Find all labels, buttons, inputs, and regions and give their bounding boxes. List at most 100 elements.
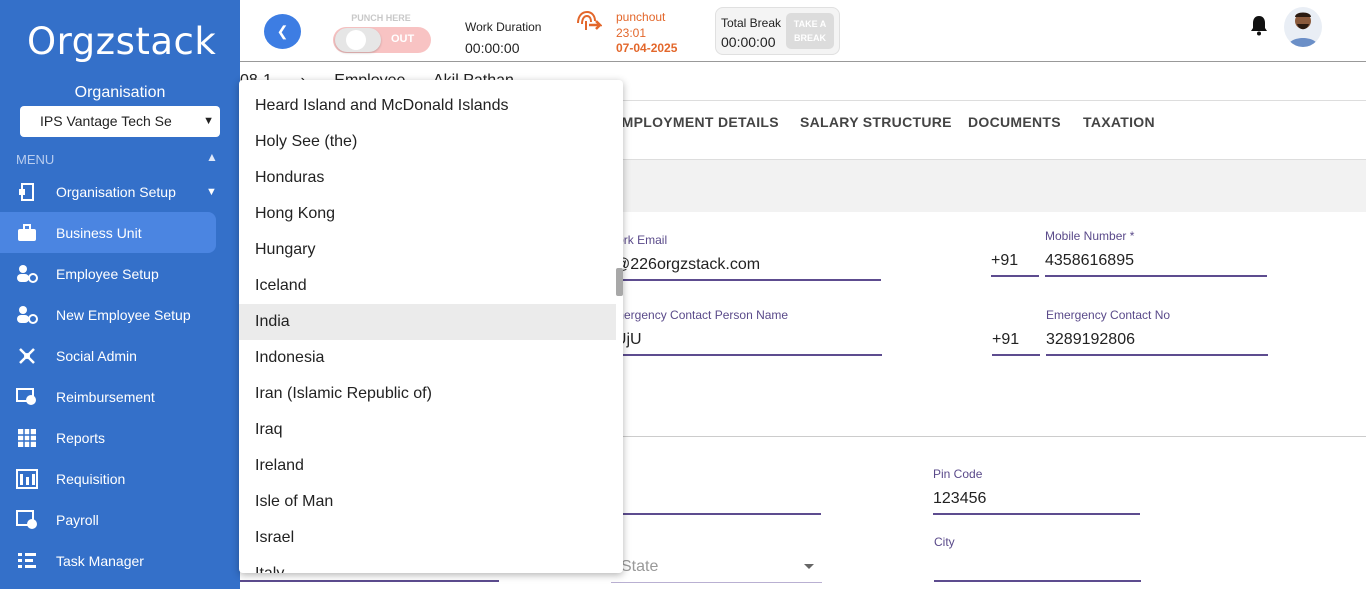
take-a-break-button[interactable]: TAKE A BREAK <box>786 13 834 49</box>
dropdown-option[interactable]: Isle of Man <box>239 484 616 520</box>
bell-icon[interactable] <box>1250 14 1268 41</box>
total-break-value: 00:00:00 <box>721 34 776 50</box>
payroll-icon <box>16 509 38 531</box>
fingerprint-icon <box>574 10 604 36</box>
work-email-field[interactable]: x@226orgzstack.com <box>606 256 760 274</box>
dropdown-option[interactable]: Iceland <box>239 268 616 304</box>
sidebar-item-requisition[interactable]: Requisition <box>0 458 216 499</box>
requisition-icon <box>16 468 38 490</box>
tasks-icon <box>16 550 38 572</box>
sidebar-item-business-unit[interactable]: Business Unit <box>0 212 216 253</box>
dropdown-option-highlighted[interactable]: India <box>239 304 616 340</box>
social-icon <box>16 345 38 367</box>
pin-code-underline <box>933 513 1140 515</box>
dropdown-option[interactable]: Ireland <box>239 448 616 484</box>
punchout-date: 07-04-2025 <box>616 41 678 55</box>
sidebar-item-task-manager[interactable]: Task Manager <box>0 540 216 581</box>
work-duration-value: 00:00:00 <box>465 40 520 56</box>
briefcase-icon <box>16 222 38 244</box>
app-logo[interactable]: Orgzstack <box>27 20 216 63</box>
work-email-underline <box>606 279 881 281</box>
dropdown-option[interactable]: Iraq <box>239 412 616 448</box>
emergency-code-underline <box>992 354 1040 356</box>
emergency-country-code[interactable]: +91 <box>992 331 1019 349</box>
organisation-select-value: IPS Vantage Tech Se <box>40 113 172 129</box>
reimbursement-icon <box>16 386 38 408</box>
back-button[interactable]: ❮ <box>264 14 301 49</box>
total-break-label: Total Break <box>721 16 782 30</box>
sidebar-item-label: Reimbursement <box>56 388 155 405</box>
dropdown-option[interactable]: Iran (Islamic Republic of) <box>239 376 616 412</box>
top-bar: ❮ PUNCH HERE OUT Work Duration 00:00:00 … <box>240 0 1366 62</box>
country-dropdown[interactable]: Heard Island and McDonald Islands Holy S… <box>239 80 623 573</box>
organisation-select[interactable]: IPS Vantage Tech Se ▼ <box>20 106 220 137</box>
mobile-country-code[interactable]: +91 <box>991 252 1018 270</box>
mobile-number-label: Mobile Number * <box>1045 229 1135 243</box>
dropdown-option[interactable]: Heard Island and McDonald Islands <box>239 88 616 124</box>
dropdown-option[interactable]: Hungary <box>239 232 616 268</box>
state-select[interactable]: State <box>621 558 658 576</box>
punchout-time: 23:01 <box>616 26 647 40</box>
dropdown-option[interactable]: Indonesia <box>239 340 616 376</box>
emergency-name-underline <box>606 354 882 356</box>
chevron-down-icon: ▼ <box>203 115 214 127</box>
users-gear-icon <box>16 304 38 326</box>
sidebar-item-label: Requisition <box>56 470 126 487</box>
punch-state: OUT <box>391 33 415 45</box>
pin-code-field[interactable]: 123456 <box>933 490 986 508</box>
sidebar-item-organisation-setup[interactable]: Organisation Setup ▼ <box>0 171 217 212</box>
state-underline <box>611 582 822 583</box>
chevron-down-icon: ▼ <box>206 185 217 198</box>
country-field-underline[interactable] <box>240 580 499 582</box>
sidebar-item-reimbursement[interactable]: Reimbursement <box>0 376 216 417</box>
tab-documents[interactable]: DOCUMENTS <box>968 114 1061 130</box>
pin-code-label: Pin Code <box>933 467 983 481</box>
chevron-left-icon: ❮ <box>276 23 289 39</box>
caret-down-icon[interactable] <box>804 564 814 569</box>
city-underline <box>934 580 1141 582</box>
sidebar: Orgzstack Organisation IPS Vantage Tech … <box>0 0 240 589</box>
sidebar-item-label: Task Manager <box>56 552 144 569</box>
sidebar-item-label: Reports <box>56 429 106 446</box>
punch-toggle[interactable]: OUT <box>333 27 431 53</box>
tab-salary-structure[interactable]: SALARY STRUCTURE <box>800 114 952 130</box>
mobile-number-field[interactable]: 4358616895 <box>1045 252 1134 270</box>
sidebar-item-label: Social Admin <box>56 347 137 364</box>
mobile-code-underline <box>991 275 1039 277</box>
sidebar-item-employee-setup[interactable]: Employee Setup <box>0 253 216 294</box>
sidebar-item-social-admin[interactable]: Social Admin <box>0 335 216 376</box>
grid-icon <box>16 427 38 449</box>
work-duration-label: Work Duration <box>465 20 542 34</box>
chevron-up-icon[interactable]: ▲ <box>206 150 218 164</box>
dropdown-option[interactable]: Honduras <box>239 160 616 196</box>
sidebar-item-label: Business Unit <box>56 224 142 241</box>
org-setup-icon <box>16 181 38 203</box>
sidebar-item-label: New Employee Setup <box>56 306 191 323</box>
city-label: City <box>934 535 955 549</box>
punchout-label: punchout <box>616 10 666 24</box>
sidebar-item-new-employee-setup[interactable]: New Employee Setup <box>0 294 216 335</box>
menu-label: MENU <box>16 152 55 167</box>
tab-taxation[interactable]: TAXATION <box>1083 114 1155 130</box>
sidebar-item-label: Organisation Setup <box>56 183 176 200</box>
organisation-label: Organisation <box>74 84 166 101</box>
punch-here-label: PUNCH HERE <box>351 13 411 23</box>
dropdown-option[interactable]: Israel <box>239 520 616 556</box>
emergency-contact-no-field[interactable]: 3289192806 <box>1046 331 1135 349</box>
dropdown-option[interactable]: Italy <box>239 556 616 573</box>
dropdown-option[interactable]: Hong Kong <box>239 196 616 232</box>
emergency-no-underline <box>1046 354 1268 356</box>
emergency-contact-no-label: Emergency Contact No <box>1046 308 1171 322</box>
sidebar-item-label: Payroll <box>56 511 99 528</box>
address-field-underline[interactable] <box>606 513 821 515</box>
sidebar-item-payroll[interactable]: Payroll <box>0 499 216 540</box>
dropdown-option[interactable]: Holy See (the) <box>239 124 616 160</box>
avatar[interactable] <box>1284 7 1322 47</box>
dropdown-scrollbar[interactable] <box>616 268 623 296</box>
tab-employment-details[interactable]: EMPLOYMENT DETAILS <box>612 114 779 130</box>
sidebar-item-label: Employee Setup <box>56 265 159 282</box>
mobile-number-underline <box>1045 275 1267 277</box>
sidebar-item-reports[interactable]: Reports <box>0 417 216 458</box>
users-gear-icon <box>16 263 38 285</box>
toggle-knob <box>335 28 381 52</box>
